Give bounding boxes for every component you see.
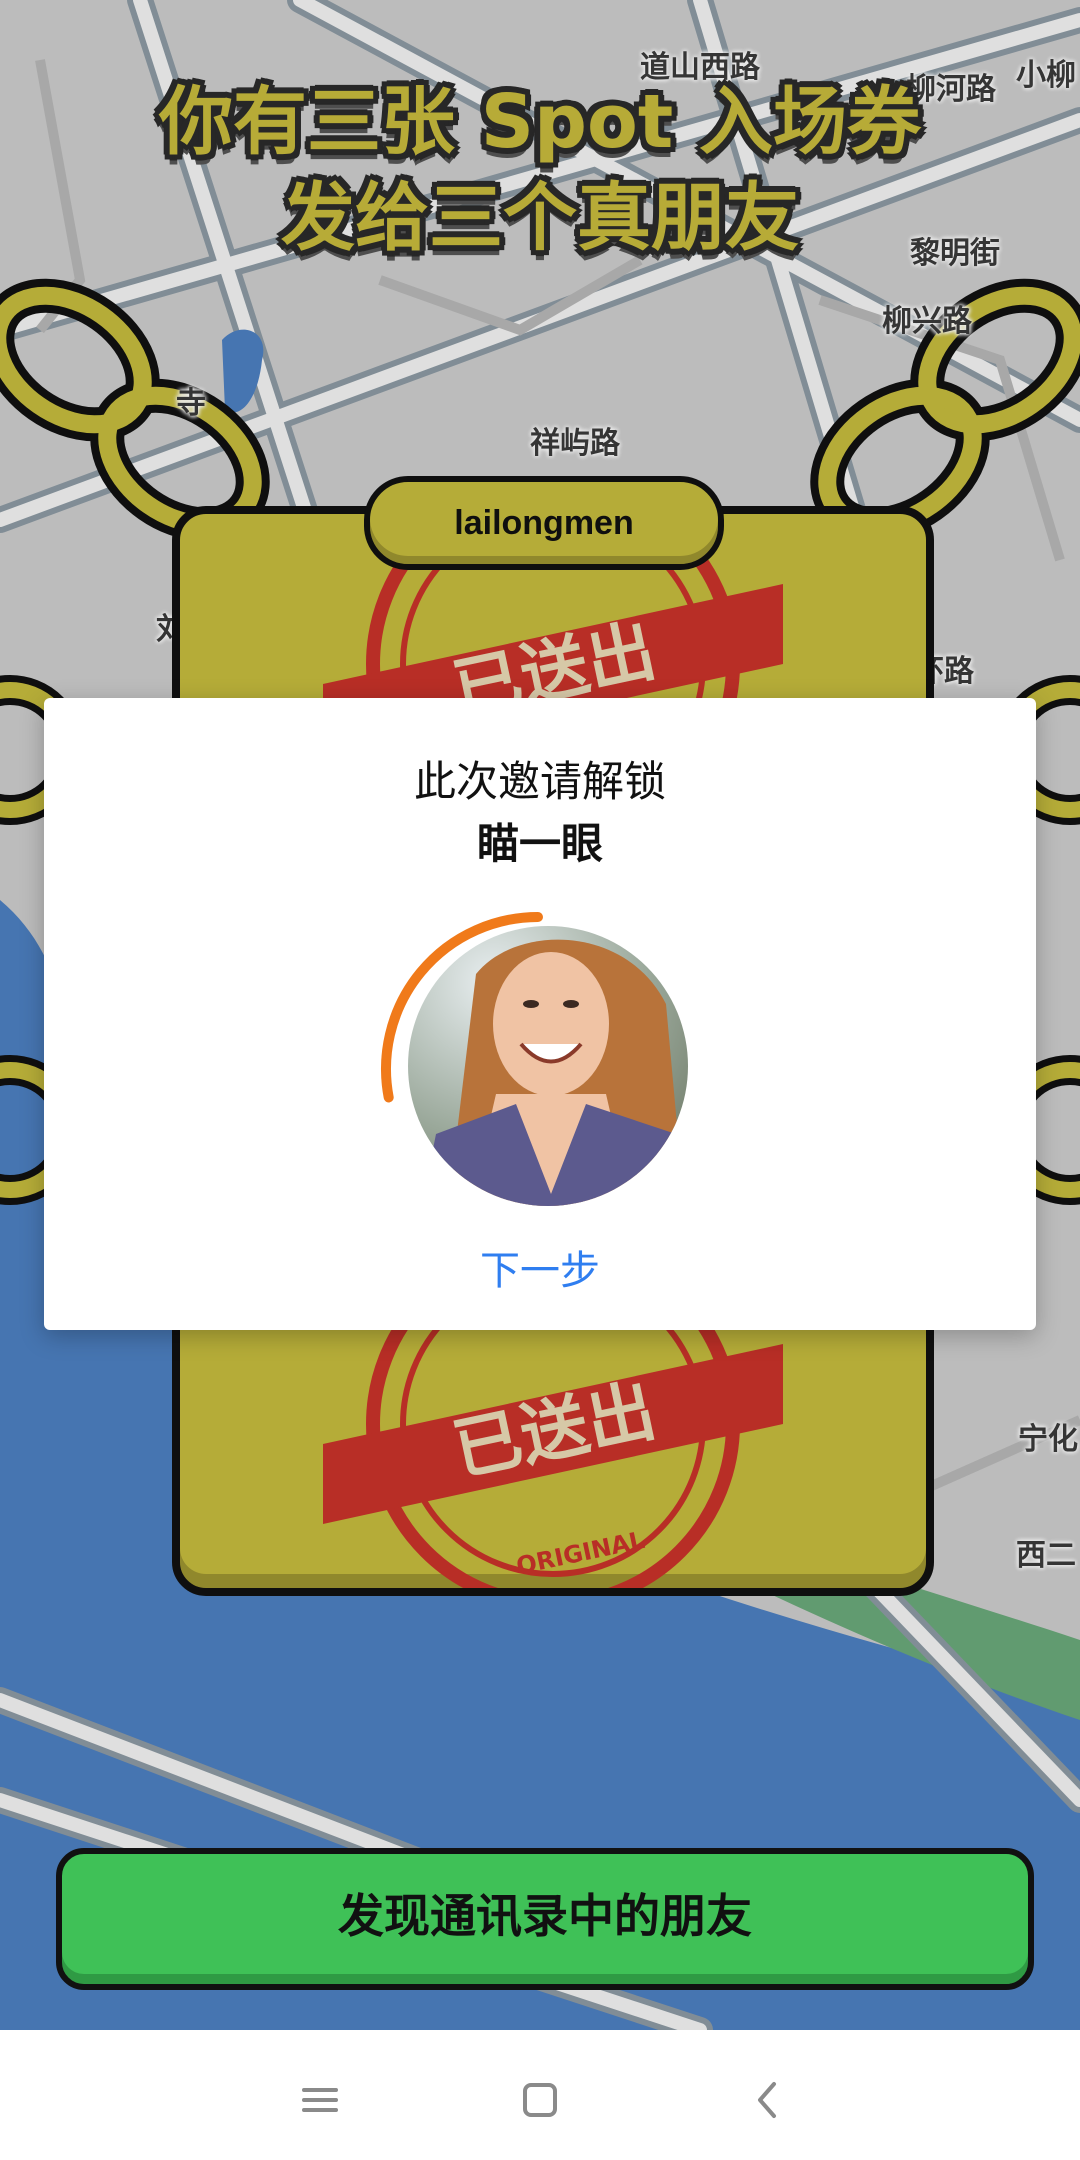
back-chevron-icon[interactable] (738, 2070, 798, 2130)
home-square-icon[interactable] (510, 2070, 570, 2130)
avatar-with-progress (376, 904, 706, 1234)
avatar-svg (381, 912, 688, 1206)
find-contacts-button[interactable]: 发现通讯录中的朋友 (56, 1848, 1034, 1990)
menu-icon[interactable] (290, 2070, 350, 2130)
system-nav-bar (0, 2030, 1080, 2160)
next-step-link[interactable]: 下一步 (44, 1238, 1036, 1296)
avatar (408, 926, 688, 1206)
modal-subtitle: 瞄一眼 (476, 819, 603, 868)
unlock-modal: 此次邀请解锁 瞄一眼 下一步 (44, 698, 1036, 1330)
modal-title: 此次邀请解锁 (413, 757, 666, 806)
